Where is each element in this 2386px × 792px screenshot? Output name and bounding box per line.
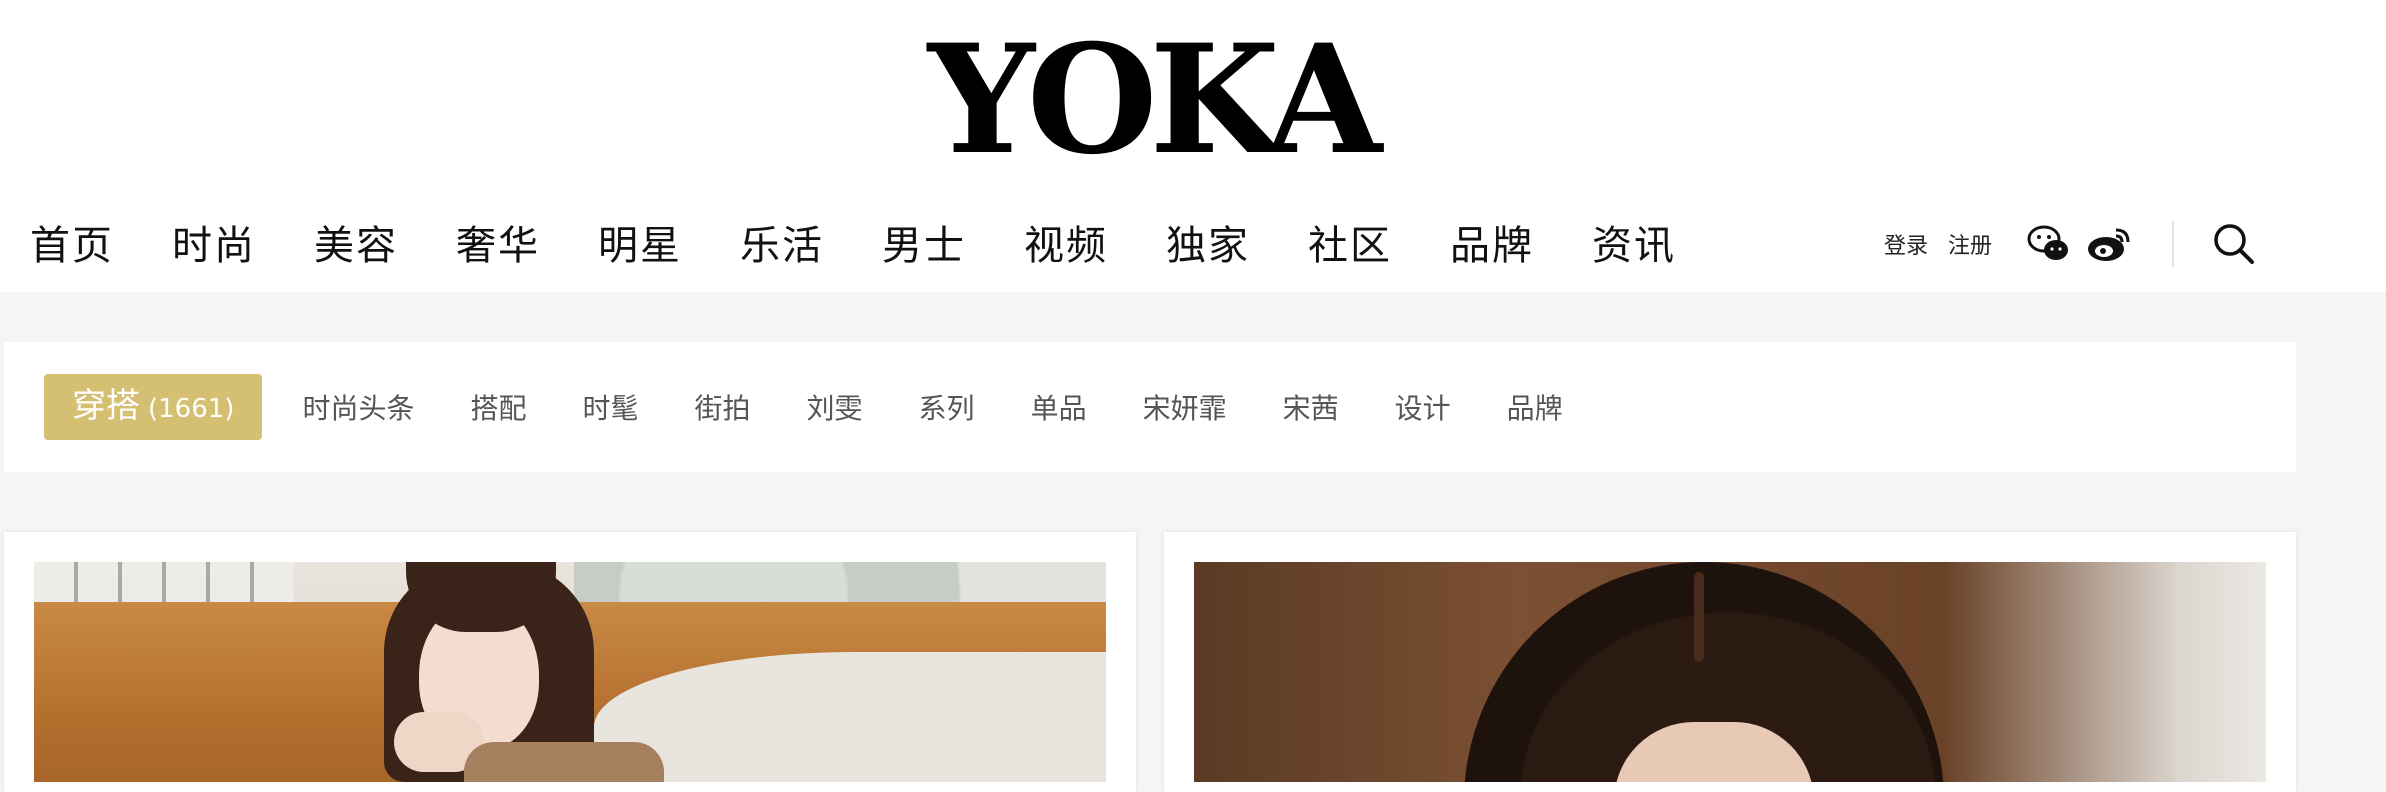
nav-item-video[interactable]: 视频	[1024, 213, 1108, 271]
nav-item-news[interactable]: 资讯	[1592, 213, 1676, 271]
tag-item[interactable]: 时髦	[583, 387, 639, 427]
tag-item[interactable]: 系列	[919, 387, 975, 427]
nav-item-celebrity[interactable]: 明星	[598, 213, 682, 271]
tag-item[interactable]: 搭配	[470, 387, 526, 427]
register-link[interactable]: 注册	[1948, 228, 1992, 260]
tag-bar: 穿搭 (1661) 时尚头条 搭配 时髦 街拍 刘雯 系列 单品 宋妍霏 宋茜 …	[4, 342, 2296, 472]
search-icon[interactable]	[2210, 220, 2258, 268]
article-card[interactable]	[4, 532, 1136, 792]
tag-item[interactable]: 品牌	[1507, 387, 1563, 427]
nav-item-community[interactable]: 社区	[1308, 213, 1392, 271]
weibo-icon[interactable]	[2086, 221, 2132, 267]
tag-active-count: (1661)	[148, 393, 235, 424]
nav-item-men[interactable]: 男士	[882, 213, 966, 271]
wechat-icon[interactable]	[2026, 221, 2072, 267]
article-image[interactable]	[34, 562, 1106, 782]
photo-sweater	[464, 742, 664, 782]
site-header: YOKA 首页 时尚 美容 奢华 明星 乐活 男士 视频 独家 社区 品牌 资讯…	[0, 0, 2386, 292]
login-link[interactable]: 登录	[1884, 228, 1928, 260]
tag-item[interactable]: 宋妍霏	[1143, 387, 1227, 427]
nav-item-home[interactable]: 首页	[30, 213, 114, 271]
user-bar: 登录 注册	[1884, 218, 2258, 270]
nav-item-exclusive[interactable]: 独家	[1166, 213, 1250, 271]
tag-item[interactable]: 设计	[1395, 387, 1451, 427]
tag-active-outfit[interactable]: 穿搭 (1661)	[44, 374, 263, 440]
nav-item-luxury[interactable]: 奢华	[456, 213, 540, 271]
tag-item[interactable]: 单品	[1031, 387, 1087, 427]
nav-item-beauty[interactable]: 美容	[314, 213, 398, 271]
tag-item[interactable]: 街拍	[695, 387, 751, 427]
nav-item-brand[interactable]: 品牌	[1450, 213, 1534, 271]
yoka-logo[interactable]: YOKA	[866, 25, 1436, 175]
tag-active-label: 穿搭	[72, 385, 140, 426]
nav-item-fashion[interactable]: 时尚	[172, 213, 256, 271]
photo-hair-part	[1694, 572, 1704, 662]
tag-item[interactable]: 刘雯	[807, 387, 863, 427]
tag-item[interactable]: 宋茜	[1283, 387, 1339, 427]
nav-item-lifestyle[interactable]: 乐活	[740, 213, 824, 271]
main-nav: 首页 时尚 美容 奢华 明星 乐活 男士 视频 独家 社区 品牌 资讯	[30, 212, 1734, 272]
tag-item[interactable]: 时尚头条	[302, 387, 414, 427]
header-divider	[2172, 221, 2175, 267]
article-image[interactable]	[1194, 562, 2266, 782]
article-card[interactable]	[1164, 532, 2296, 792]
